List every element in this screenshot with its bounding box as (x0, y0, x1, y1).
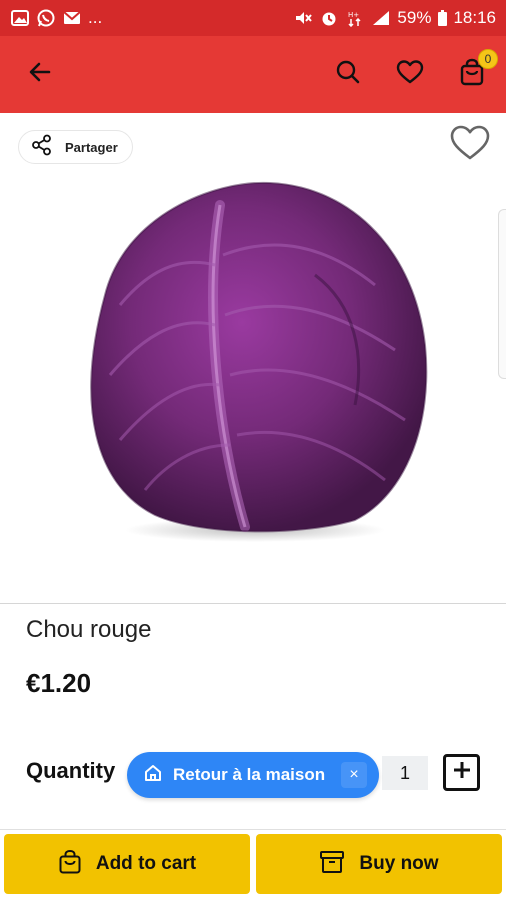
favorite-heart-icon (449, 124, 491, 167)
share-button[interactable]: Partager (18, 130, 133, 164)
buy-now-button[interactable]: Buy now (256, 834, 502, 894)
product-image-area: Partager (0, 113, 506, 603)
section-divider (0, 603, 506, 604)
status-bar: ... H+ 59% 18:16 (0, 0, 506, 36)
product-name: Chou rouge (26, 616, 152, 643)
mute-icon (293, 8, 313, 28)
back-arrow-icon (27, 59, 53, 90)
svg-text:H+: H+ (348, 11, 359, 19)
signal-icon (371, 8, 391, 28)
quantity-increment-button[interactable] (443, 754, 480, 791)
network-icon: H+ (345, 8, 365, 28)
whatsapp-icon (36, 8, 56, 28)
battery-percent: 59% (397, 8, 432, 27)
bag-icon (58, 849, 82, 880)
share-icon (31, 134, 53, 161)
mail-icon (62, 8, 82, 28)
alarm-icon (319, 8, 339, 28)
cart-count-badge: 0 (478, 48, 498, 69)
plus-icon (451, 759, 473, 786)
image-icon (10, 8, 30, 28)
search-button[interactable] (330, 57, 366, 93)
product-price: €1.20 (26, 668, 92, 698)
home-icon (143, 763, 163, 788)
back-button[interactable] (22, 57, 58, 93)
status-dots: ... (88, 8, 103, 27)
archive-box-icon (319, 850, 345, 879)
heart-icon (396, 59, 424, 90)
clock: 18:16 (453, 8, 496, 27)
quantity-label: Quantity (26, 758, 116, 783)
app-bar: 0 (0, 36, 506, 113)
scroll-indicator (498, 209, 506, 379)
wishlist-button[interactable] (392, 57, 428, 93)
bottom-action-bar: Add to cart Buy now (0, 830, 506, 900)
cart-button[interactable]: 0 (454, 48, 498, 93)
favorite-button[interactable] (448, 125, 492, 165)
quantity-value[interactable]: 1 (382, 756, 428, 790)
add-to-cart-label: Add to cart (95, 853, 197, 874)
share-label: Partager (65, 139, 118, 155)
buy-now-label: Buy now (359, 853, 439, 874)
add-to-cart-button[interactable]: Add to cart (4, 834, 250, 894)
product-image (90, 181, 428, 542)
toast-label: Retour à la maison (173, 765, 326, 784)
toast-close-button[interactable]: × (341, 762, 367, 788)
return-home-toast[interactable]: Retour à la maison × (127, 752, 379, 798)
search-icon (335, 59, 361, 90)
status-left: ... (10, 8, 102, 28)
app-actions: 0 (330, 48, 498, 93)
battery-icon (437, 8, 447, 28)
status-right: H+ 59% 18:16 (293, 8, 496, 28)
